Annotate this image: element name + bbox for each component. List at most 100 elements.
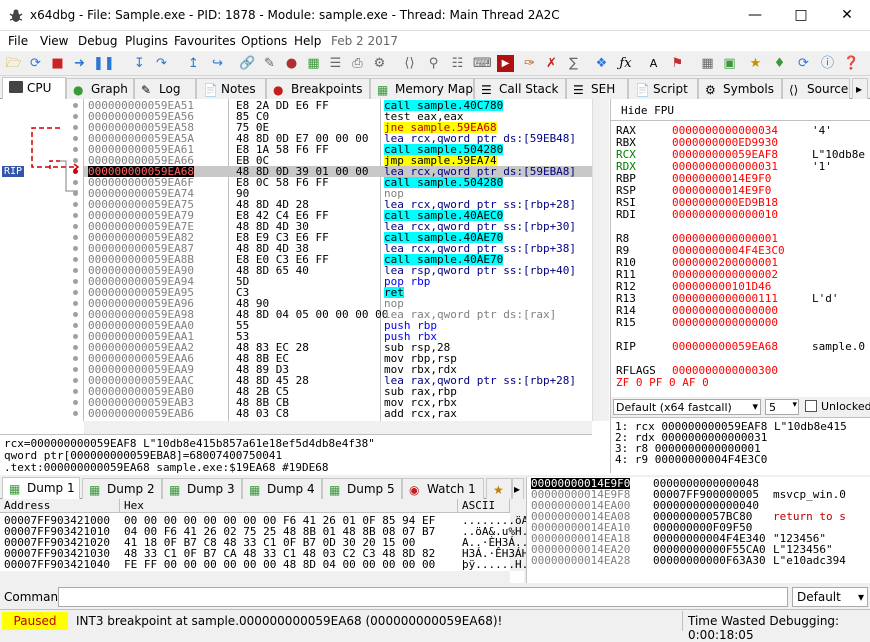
column-header-address[interactable]: Address	[0, 499, 120, 513]
breakpoint-dot[interactable]	[73, 378, 78, 383]
breakpoint-dot[interactable]	[73, 301, 78, 306]
tab-dump-3[interactable]: ▦ Dump 3	[162, 478, 242, 499]
breakpoint-dot[interactable]	[73, 213, 78, 218]
breakpoint-dot[interactable]	[73, 224, 78, 229]
register-row[interactable]: RIP 000000000059EA68 sample.0	[616, 341, 865, 353]
breakpoint-dot[interactable]	[73, 400, 78, 405]
step-over-icon[interactable]: ↷	[153, 55, 170, 72]
hide-debugger-icon[interactable]: ✗	[543, 55, 560, 72]
function-icon[interactable]: ƒx	[617, 55, 634, 72]
step-into-icon[interactable]: ↧	[131, 55, 148, 72]
breakpoint-dot[interactable]	[73, 323, 78, 328]
registers-pane[interactable]: Hide FPU RAX 0000000000000034'4' RBX 000000…	[610, 99, 870, 397]
menu-plugins[interactable]: Plugins	[125, 34, 168, 48]
trace-icon[interactable]: ▶	[497, 55, 514, 72]
register-row[interactable]: R15 0000000000000000	[616, 317, 778, 329]
hide-fpu-button[interactable]: Hide FPU	[611, 99, 870, 121]
tab-script[interactable]: 📄 Script	[628, 78, 698, 99]
disasm-row[interactable]: 000000000059EAB6 48 03 C8 add rcx,rax	[84, 408, 592, 419]
tab-source[interactable]: ⟨⟩ Source	[782, 78, 850, 99]
restart-icon[interactable]: ⟳	[27, 55, 44, 72]
minimize-button[interactable]: —	[732, 0, 778, 31]
register-row[interactable]: ZF 0 PF 0 AF 0	[616, 377, 709, 389]
breakpoint-dot[interactable]	[73, 268, 78, 273]
breakpoint-dot[interactable]	[73, 246, 78, 251]
highlight-icon[interactable]: ⚑	[669, 55, 686, 72]
breakpoint-dot[interactable]	[73, 312, 78, 317]
tab-log[interactable]: ✎ Log	[134, 78, 196, 99]
callstack-icon[interactable]: ☰	[327, 55, 344, 72]
calculator-icon[interactable]: ∑	[565, 55, 582, 72]
breakpoint-dot[interactable]	[73, 125, 78, 130]
tab-symbols[interactable]: ⚙ Symbols	[698, 78, 782, 99]
run-icon[interactable]: ➜	[71, 55, 88, 72]
argument-count-spinner[interactable]: 5 ▾	[765, 399, 799, 415]
breakpoint-dot[interactable]	[73, 345, 78, 350]
breakpoint-dot[interactable]	[73, 389, 78, 394]
pause-icon[interactable]: ❚❚	[93, 55, 115, 72]
breakpoint-dot[interactable]	[73, 191, 78, 196]
memory-icon[interactable]: ▦	[305, 55, 322, 72]
register-row[interactable]: RDI 0000000000000010	[616, 209, 778, 221]
tab-seh[interactable]: ☰ SEH	[566, 78, 628, 99]
symbols-icon[interactable]: ⚙	[371, 55, 388, 72]
bug-icon[interactable]: ♦	[771, 55, 788, 72]
tab-dump-4[interactable]: ▦ Dump 4	[242, 478, 322, 499]
breakpoint-dot[interactable]	[73, 290, 78, 295]
breakpoint-dot[interactable]	[73, 257, 78, 262]
column-header-hex[interactable]: Hex	[120, 499, 458, 513]
dump-view[interactable]: Address Hex ASCII 00007FF903421000 00 00 …	[0, 499, 568, 583]
breakpoint-dot[interactable]	[73, 136, 78, 141]
menu-file[interactable]: File	[8, 34, 28, 48]
tab-cpu[interactable]: CPU	[2, 77, 66, 100]
about-icon[interactable]: ⓘ	[819, 55, 836, 72]
tab-watch-1[interactable]: ◉ Watch 1	[402, 478, 484, 499]
tab-dump-2[interactable]: ▦ Dump 2	[82, 478, 162, 499]
handles-icon[interactable]: ⌨	[473, 55, 492, 72]
tab-memory-map[interactable]: ▦ Memory Map	[370, 78, 474, 99]
preferences-icon[interactable]: ❖	[593, 55, 610, 72]
stack-row[interactable]: 00000000014EA28 00000000000F63A30 L"e10adc…	[527, 555, 870, 566]
command-input[interactable]	[58, 587, 788, 607]
help-icon[interactable]: ❓	[843, 55, 860, 72]
close-button[interactable]: ✕	[824, 0, 870, 31]
menu-debug[interactable]: Debug	[78, 34, 117, 48]
disassembly-view[interactable]: 000000000059EA51 E8 2A DD E6 FF call sampl…	[84, 99, 592, 421]
calc-icon[interactable]: ▦	[699, 55, 716, 72]
references-icon[interactable]: ⚲	[425, 55, 442, 72]
breakpoint-dot[interactable]	[73, 411, 78, 416]
update-icon[interactable]: ⟳	[795, 55, 812, 72]
tab-dump-5[interactable]: ▦ Dump 5	[322, 478, 402, 499]
plugin-icon[interactable]: ▣	[721, 55, 738, 72]
dump-row[interactable]: 00007FF903421040 FE FF 00 00 00 00 00 00 …	[0, 559, 561, 570]
tab-locals[interactable]: ★	[486, 478, 512, 499]
disassembly-vscroll[interactable]	[592, 99, 609, 421]
source-icon[interactable]: ⟨⟩	[401, 55, 418, 72]
unlocked-checkbox[interactable]	[805, 400, 817, 412]
tab-scroll-right[interactable]: ▸	[512, 478, 524, 499]
open-icon[interactable]: 🗁	[5, 55, 22, 72]
font-icon[interactable]: A	[645, 55, 662, 72]
tab-call-stack[interactable]: ☰ Call Stack	[474, 78, 566, 99]
menu-view[interactable]: View	[40, 34, 68, 48]
breakpoint-dot[interactable]	[73, 180, 78, 185]
breakpoint-dot[interactable]	[73, 202, 78, 207]
threads-icon[interactable]: ☷	[449, 55, 466, 72]
breakpoint-dot[interactable]	[73, 356, 78, 361]
stack-view[interactable]: 00000000014E9F0 0000000000000048 000000000…	[526, 477, 870, 583]
dump-hscroll[interactable]	[0, 571, 510, 583]
maximize-button[interactable]: □	[778, 0, 824, 31]
favourite-icon[interactable]: ★	[747, 55, 764, 72]
run-to-user-code-icon[interactable]: ↪	[209, 55, 226, 72]
breakpoint-dot[interactable]	[73, 235, 78, 240]
breakpoint-icon[interactable]: ●	[283, 55, 300, 72]
tab-notes[interactable]: 📄 Notes	[196, 78, 266, 99]
breakpoint-dot[interactable]	[73, 103, 78, 108]
patch-icon[interactable]: ✑	[521, 55, 538, 72]
breakpoint-dot[interactable]	[73, 279, 78, 284]
tab-breakpoints[interactable]: ● Breakpoints	[266, 78, 370, 99]
notes-icon[interactable]: ✎	[261, 55, 278, 72]
breakpoint-dot[interactable]	[73, 169, 78, 174]
breakpoint-dot[interactable]	[73, 367, 78, 372]
execute-till-return-icon[interactable]: ↥	[185, 55, 202, 72]
